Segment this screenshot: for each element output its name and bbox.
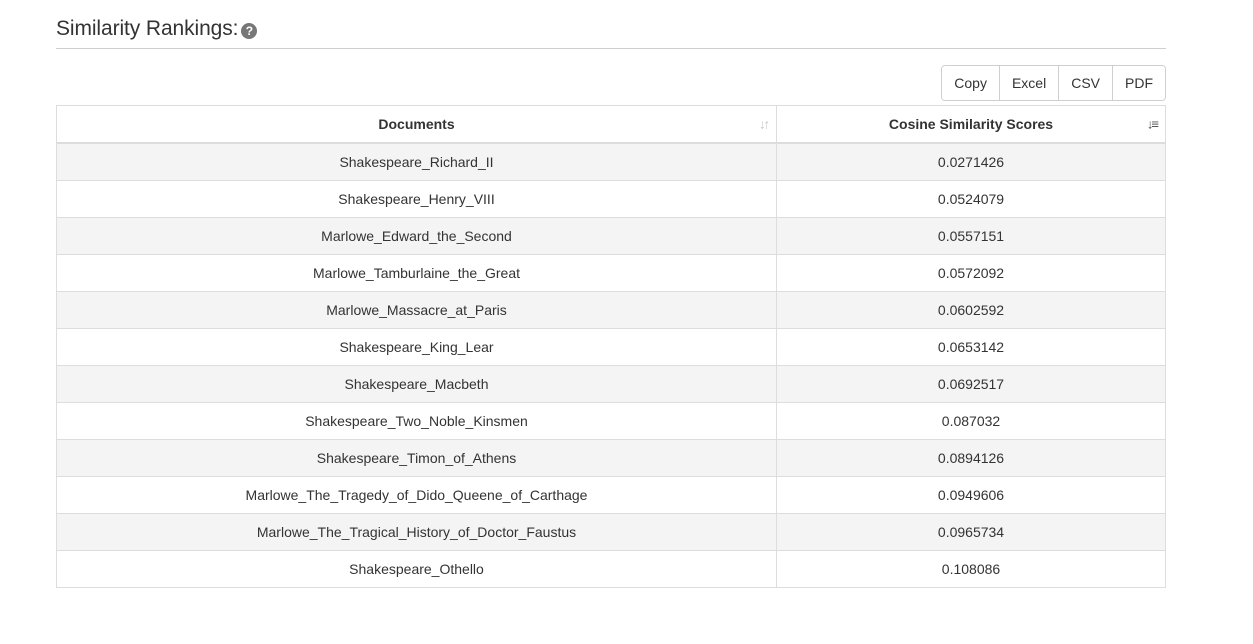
document-cell: Shakespeare_Richard_II	[56, 142, 777, 181]
table-row[interactable]: Shakespeare_Two_Noble_Kinsmen 0.087032	[56, 402, 1166, 440]
score-cell: 0.0557151	[776, 217, 1166, 255]
document-cell: Marlowe_Massacre_at_Paris	[56, 291, 777, 329]
table-row[interactable]: Shakespeare_Othello 0.108086	[56, 550, 1166, 588]
table-row[interactable]: Shakespeare_Macbeth 0.0692517	[56, 365, 1166, 403]
score-cell: 0.0572092	[776, 254, 1166, 292]
document-cell: Shakespeare_King_Lear	[56, 328, 777, 366]
score-cell: 0.0692517	[776, 365, 1166, 403]
score-cell: 0.0949606	[776, 476, 1166, 514]
similarity-rankings-panel: Similarity Rankings: ? Copy Excel CSV PD…	[56, 10, 1166, 588]
section-header: Similarity Rankings: ?	[56, 10, 1166, 49]
score-cell: 0.0894126	[776, 439, 1166, 477]
table-row[interactable]: Marlowe_Edward_the_Second 0.0557151	[56, 217, 1166, 255]
sort-icon: ↓↑	[759, 116, 770, 132]
copy-button[interactable]: Copy	[942, 66, 999, 100]
score-cell: 0.0965734	[776, 513, 1166, 551]
excel-button[interactable]: Excel	[998, 66, 1059, 100]
question-circle-icon[interactable]: ?	[241, 22, 258, 39]
table-row[interactable]: Shakespeare_Richard_II 0.0271426	[56, 142, 1166, 181]
page-title: Similarity Rankings:	[56, 17, 239, 40]
table-row[interactable]: Shakespeare_Timon_of_Athens 0.0894126	[56, 439, 1166, 477]
document-cell: Marlowe_Tamburlaine_the_Great	[56, 254, 777, 292]
documents-column-header[interactable]: Documents ↓↑	[56, 105, 777, 144]
cosine-score-column-header[interactable]: Cosine Similarity Scores ↓≡	[776, 105, 1166, 144]
document-cell: Marlowe_The_Tragical_History_of_Doctor_F…	[56, 513, 777, 551]
column-header-label: Documents	[378, 116, 455, 132]
document-cell: Shakespeare_Two_Noble_Kinsmen	[56, 402, 777, 440]
sort-ascending-icon: ↓≡	[1146, 116, 1159, 132]
score-cell: 0.0271426	[776, 142, 1166, 181]
table-row[interactable]: Shakespeare_King_Lear 0.0653142	[56, 328, 1166, 366]
export-toolbar: Copy Excel CSV PDF	[941, 65, 1166, 101]
score-cell: 0.0653142	[776, 328, 1166, 366]
table-header-row: Documents ↓↑ Cosine Similarity Scores ↓≡	[56, 105, 1166, 144]
document-cell: Marlowe_The_Tragedy_of_Dido_Queene_of_Ca…	[56, 476, 777, 514]
document-cell: Shakespeare_Othello	[56, 550, 777, 588]
table-row[interactable]: Marlowe_Tamburlaine_the_Great 0.0572092	[56, 254, 1166, 292]
table-row[interactable]: Marlowe_Massacre_at_Paris 0.0602592	[56, 291, 1166, 329]
score-cell: 0.108086	[776, 550, 1166, 588]
document-cell: Shakespeare_Timon_of_Athens	[56, 439, 777, 477]
table-body: Shakespeare_Richard_II 0.0271426 Shakespea…	[56, 142, 1166, 588]
table-row[interactable]: Marlowe_The_Tragedy_of_Dido_Queene_of_Ca…	[56, 476, 1166, 514]
score-cell: 0.0602592	[776, 291, 1166, 329]
table-row[interactable]: Marlowe_The_Tragical_History_of_Doctor_F…	[56, 513, 1166, 551]
rankings-table: Documents ↓↑ Cosine Similarity Scores ↓≡…	[56, 105, 1166, 588]
score-cell: 0.0524079	[776, 180, 1166, 218]
document-cell: Shakespeare_Macbeth	[56, 365, 777, 403]
table-row[interactable]: Shakespeare_Henry_VIII 0.0524079	[56, 180, 1166, 218]
column-header-label: Cosine Similarity Scores	[888, 116, 1054, 132]
csv-button[interactable]: CSV	[1058, 66, 1112, 100]
pdf-button[interactable]: PDF	[1112, 66, 1165, 100]
document-cell: Marlowe_Edward_the_Second	[56, 217, 777, 255]
score-cell: 0.087032	[776, 402, 1166, 440]
document-cell: Shakespeare_Henry_VIII	[56, 180, 777, 218]
